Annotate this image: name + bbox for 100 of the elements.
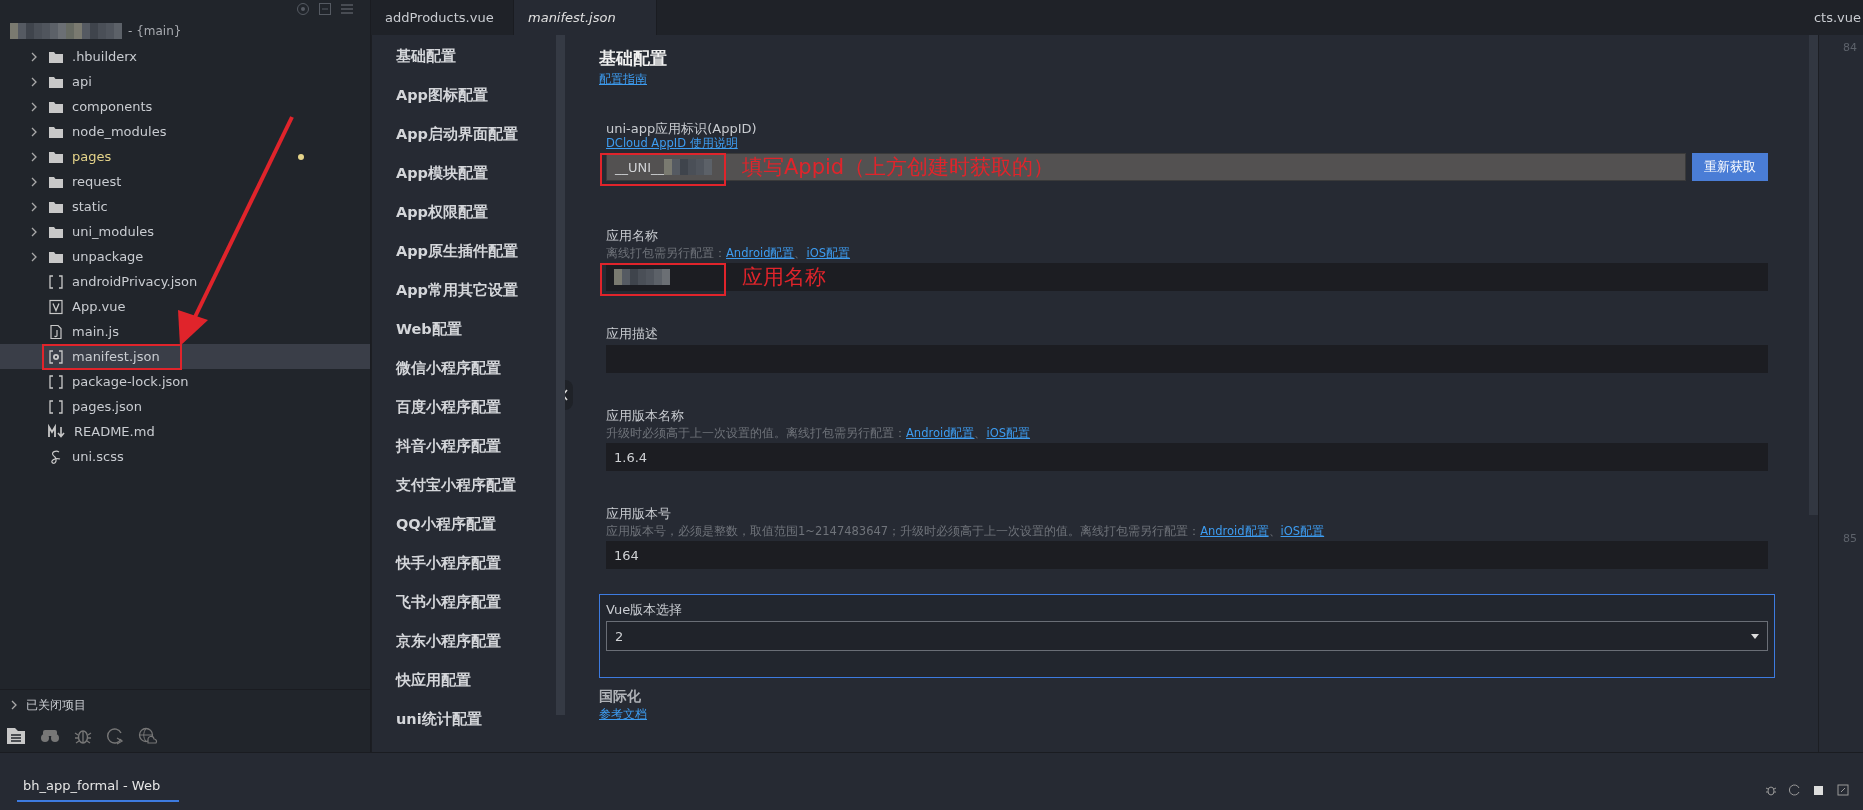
settings-nav-item[interactable]: QQ小程序配置 [396, 505, 556, 544]
separator-text: 、 [974, 426, 987, 440]
tree-item[interactable]: static [0, 194, 370, 219]
section-title: 基础配置 [599, 47, 668, 70]
file-name: .hbuilderx [72, 49, 138, 64]
settings-nav-item[interactable]: 快应用配置 [396, 661, 556, 700]
globe-cloud-icon[interactable] [138, 727, 158, 745]
file-name: App.vue [72, 299, 126, 314]
chevron-right-icon[interactable] [30, 151, 38, 162]
help-link[interactable]: iOS配置 [806, 246, 850, 260]
settings-nav-item[interactable]: Web配置 [396, 310, 556, 349]
tree-item[interactable]: androidPrivacy.json [0, 269, 370, 294]
help-link[interactable]: DCloud AppID 使用说明 [606, 136, 738, 150]
js-file-icon [48, 323, 64, 340]
hint-text: 离线打包需另行配置： [606, 246, 726, 260]
settings-nav-item[interactable]: App图标配置 [396, 76, 556, 115]
bug-icon[interactable] [1765, 784, 1777, 796]
file-name: request [72, 174, 122, 189]
tree-item[interactable]: pages [0, 144, 370, 169]
text-field[interactable]: 1.6.4 [606, 443, 1768, 471]
folder-icon [48, 199, 64, 214]
tree-item[interactable]: api [0, 69, 370, 94]
chevron-right-icon[interactable] [30, 176, 38, 187]
guide-link[interactable]: 配置指南 [599, 72, 647, 87]
refresh-icon[interactable] [1789, 784, 1801, 796]
file-name: uni.scss [72, 449, 124, 464]
chevron-right-icon[interactable] [30, 201, 38, 212]
scrollbar[interactable] [556, 35, 565, 715]
settings-nav-item[interactable]: App常用其它设置 [396, 271, 556, 310]
tree-item[interactable]: main.js [0, 319, 370, 344]
scrollbar[interactable] [1809, 35, 1818, 515]
binoculars-icon[interactable] [40, 728, 60, 744]
settings-nav-item[interactable]: 快手小程序配置 [396, 544, 556, 583]
separator-text: 、 [1268, 524, 1281, 538]
chevron-right-icon[interactable] [30, 226, 38, 237]
file-name: package-lock.json [72, 374, 189, 389]
text-field[interactable]: 164 [606, 541, 1768, 569]
chevron-right-icon[interactable] [30, 51, 38, 62]
file-name: unpackage [72, 249, 144, 264]
tab[interactable]: cts.vue [1813, 0, 1863, 35]
refresh-icon[interactable] [106, 727, 124, 745]
file-name: androidPrivacy.json [72, 274, 198, 289]
settings-nav-item[interactable]: 支付宝小程序配置 [396, 466, 556, 505]
settings-nav-item[interactable]: 微信小程序配置 [396, 349, 556, 388]
settings-nav-item[interactable]: 飞书小程序配置 [396, 583, 556, 622]
bug-icon[interactable] [74, 727, 92, 745]
gear-file-icon [48, 348, 64, 365]
line-number: 85 [1843, 532, 1857, 545]
chevron-right-icon[interactable] [30, 101, 38, 112]
expand-icon[interactable] [1837, 784, 1849, 796]
settings-nav-item[interactable]: App原生插件配置 [396, 232, 556, 271]
tree-item[interactable]: .hbuilderx [0, 44, 370, 69]
settings-nav-item[interactable]: App启动界面配置 [396, 115, 556, 154]
settings-nav-item[interactable]: 京东小程序配置 [396, 622, 556, 661]
dropdown-caret-icon[interactable] [1751, 633, 1759, 639]
reference-link[interactable]: 参考文档 [599, 707, 647, 721]
brackets-icon [48, 398, 64, 415]
help-link[interactable]: Android配置 [1200, 524, 1269, 538]
field-label: Vue版本选择 [606, 601, 684, 619]
chevron-right-icon[interactable] [30, 76, 38, 87]
chevron-right-icon[interactable] [30, 251, 38, 262]
help-link[interactable]: Android配置 [906, 426, 975, 440]
markdown-icon [48, 423, 66, 440]
project-tab[interactable]: bh_app_formal - Web [17, 778, 179, 802]
tree-item[interactable]: request [0, 169, 370, 194]
chevron-right-icon[interactable] [10, 700, 18, 710]
settings-nav-item[interactable]: uni统计配置 [396, 700, 556, 739]
annotation-text: 应用名称 [742, 264, 826, 291]
settings-nav-item[interactable]: 抖音小程序配置 [396, 427, 556, 466]
settings-nav-item[interactable]: App模块配置 [396, 154, 556, 193]
folder-icon [48, 74, 64, 89]
refresh-button[interactable]: 重新获取 [1692, 153, 1768, 181]
tab[interactable]: manifest.json [514, 0, 657, 35]
settings-nav-item[interactable]: 百度小程序配置 [396, 388, 556, 427]
tree-item[interactable]: pages.json [0, 394, 370, 419]
tree-item[interactable]: App.vue [0, 294, 370, 319]
tree-item[interactable]: uni_modules [0, 219, 370, 244]
square-icon[interactable] [1813, 784, 1825, 796]
file-name: static [72, 199, 108, 214]
folder-icon [48, 49, 64, 64]
field-label: 应用名称 [606, 227, 659, 245]
project-branch[interactable]: - {main} [128, 24, 182, 38]
closed-projects-label[interactable]: 已关闭项目 [26, 696, 86, 714]
settings-nav-item[interactable]: App权限配置 [396, 193, 556, 232]
tree-item[interactable]: README.md [0, 419, 370, 444]
tree-item[interactable]: node_modules [0, 119, 370, 144]
help-link[interactable]: iOS配置 [986, 426, 1030, 440]
chevron-right-icon[interactable] [30, 126, 38, 137]
field-label: 应用版本号 [606, 505, 672, 523]
file-list-icon[interactable] [6, 727, 26, 745]
help-link[interactable]: Android配置 [726, 246, 795, 260]
version-select[interactable]: 2 [606, 621, 1768, 651]
text-field[interactable] [606, 263, 1768, 291]
tree-item[interactable]: components [0, 94, 370, 119]
tree-item[interactable]: package-lock.json [0, 369, 370, 394]
tree-item[interactable]: unpackage [0, 244, 370, 269]
settings-nav-item[interactable]: 基础配置 [396, 37, 556, 76]
tree-item[interactable]: manifest.json [0, 344, 370, 369]
help-link[interactable]: iOS配置 [1280, 524, 1325, 538]
tree-item[interactable]: uni.scss [0, 444, 370, 469]
